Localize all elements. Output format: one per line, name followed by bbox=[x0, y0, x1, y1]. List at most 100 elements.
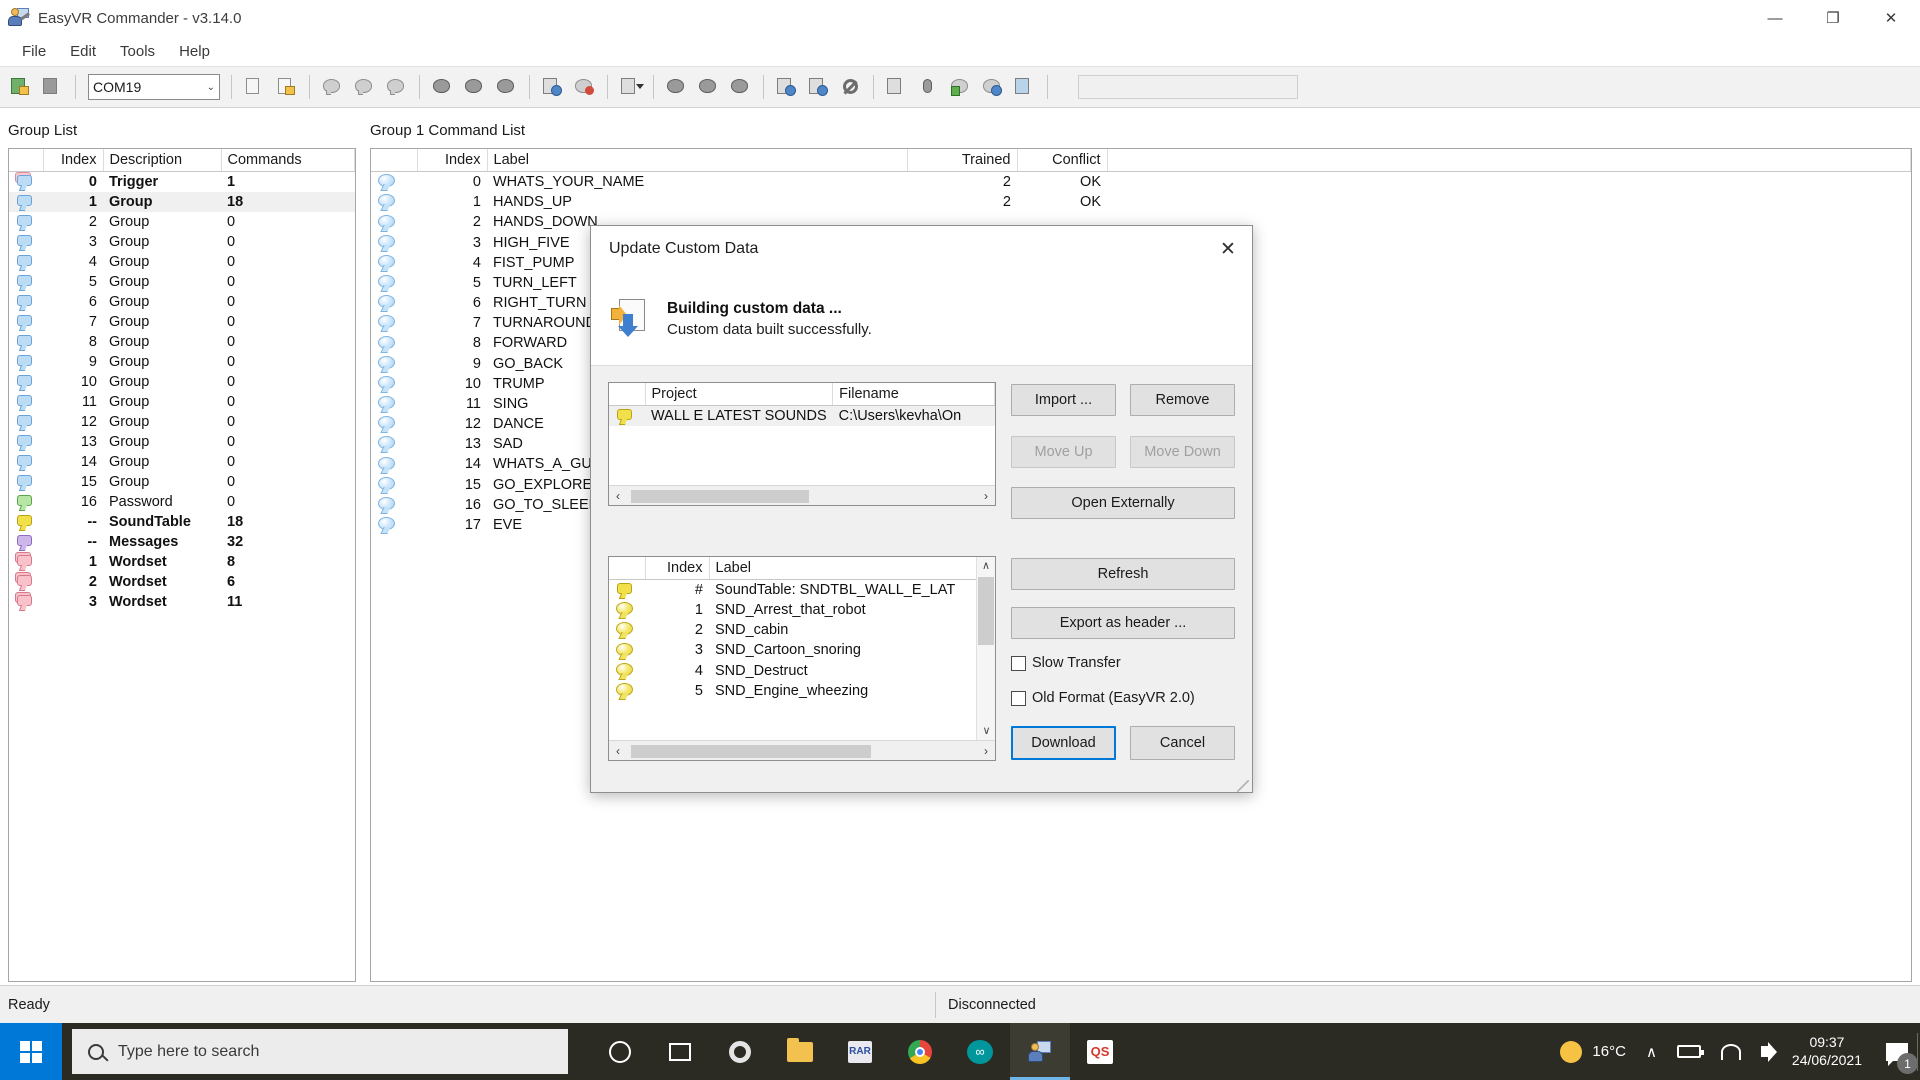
sound-vscroll-thumb[interactable] bbox=[978, 577, 994, 645]
sound-hscroll-thumb[interactable] bbox=[631, 744, 871, 758]
download-button[interactable]: Download bbox=[1011, 726, 1116, 760]
command-col-label[interactable]: Label bbox=[487, 149, 908, 172]
table-row[interactable]: 2 Wordset 6 bbox=[9, 571, 355, 592]
maximize-button[interactable]: ❐ bbox=[1804, 0, 1862, 36]
project-col-filename[interactable]: Filename bbox=[832, 383, 995, 406]
new-project-icon[interactable] bbox=[240, 72, 270, 102]
remove-command-icon[interactable] bbox=[460, 72, 490, 102]
old-format-checkbox[interactable]: Old Format (EasyVR 2.0) bbox=[1011, 690, 1195, 706]
notification-center-icon[interactable]: 1 bbox=[1874, 1023, 1920, 1080]
sound-col-index[interactable]: Index bbox=[645, 557, 710, 580]
winrar-icon[interactable]: RAR bbox=[830, 1023, 890, 1080]
settings-gear-icon[interactable] bbox=[710, 1023, 770, 1080]
test-recognition-icon[interactable] bbox=[570, 72, 600, 102]
move-down-button[interactable]: Move Down bbox=[1130, 436, 1235, 468]
wifi-icon[interactable] bbox=[1711, 1043, 1751, 1060]
project-hscroll-track[interactable] bbox=[627, 487, 977, 504]
group-list-pane[interactable]: Index Description Commands 0 Trigger 1 1 Gro… bbox=[8, 148, 356, 982]
menu-item-file[interactable]: File bbox=[10, 39, 58, 64]
group-col-description[interactable]: Description bbox=[103, 149, 222, 172]
erase-all-icon[interactable] bbox=[804, 72, 834, 102]
table-row[interactable]: 6 Group 0 bbox=[9, 292, 355, 312]
file-explorer-icon[interactable] bbox=[770, 1023, 830, 1080]
table-row[interactable]: 3 Group 0 bbox=[9, 232, 355, 252]
table-row[interactable]: 12 Group 0 bbox=[9, 412, 355, 432]
table-row[interactable]: 4 Group 0 bbox=[9, 252, 355, 272]
microphone-icon[interactable] bbox=[914, 72, 944, 102]
sound-stop-icon[interactable] bbox=[694, 72, 724, 102]
disconnect-icon[interactable] bbox=[38, 72, 68, 102]
resize-grip[interactable] bbox=[1237, 780, 1249, 792]
task-view-icon[interactable] bbox=[650, 1023, 710, 1080]
table-row[interactable]: 1 HANDS_UP 2 OK bbox=[371, 192, 1911, 212]
slow-transfer-checkbox[interactable]: Slow Transfer bbox=[1011, 655, 1121, 671]
search-input[interactable]: Type here to search bbox=[72, 1029, 568, 1074]
show-desktop-button[interactable] bbox=[1917, 1033, 1918, 1071]
group-col-index[interactable]: Index bbox=[43, 149, 104, 172]
remove-button[interactable]: Remove bbox=[1130, 384, 1235, 416]
arduino-icon[interactable]: ∞ bbox=[950, 1023, 1010, 1080]
table-row[interactable]: WALL E LATEST SOUNDS C:\Users\kevha\On bbox=[609, 405, 995, 426]
close-button[interactable]: ✕ bbox=[1862, 0, 1920, 36]
battery-icon[interactable] bbox=[1667, 1045, 1711, 1058]
remove-group-icon[interactable] bbox=[350, 72, 380, 102]
easyvr-commander-taskbar-icon[interactable] bbox=[1010, 1023, 1070, 1080]
menu-item-edit[interactable]: Edit bbox=[58, 39, 108, 64]
group-col-commands[interactable]: Commands bbox=[221, 149, 355, 172]
project-list[interactable]: Project Filename WALL E LATEST SOUNDS C:\… bbox=[608, 382, 996, 506]
table-row[interactable]: -- SoundTable 18 bbox=[9, 512, 355, 532]
table-row[interactable]: 3 SND_Cartoon_snoring bbox=[609, 640, 995, 660]
erase-token-icon[interactable] bbox=[772, 72, 802, 102]
sound-record-icon[interactable] bbox=[726, 72, 756, 102]
start-button[interactable] bbox=[0, 1023, 62, 1080]
volume-icon[interactable] bbox=[1751, 1042, 1780, 1062]
table-row[interactable]: 15 Group 0 bbox=[9, 472, 355, 492]
connect-icon[interactable] bbox=[6, 72, 36, 102]
sound-play-icon[interactable] bbox=[662, 72, 692, 102]
scroll-left-icon[interactable]: ‹ bbox=[609, 489, 627, 503]
table-row[interactable]: 2 SND_cabin bbox=[609, 620, 995, 640]
table-row[interactable]: # SoundTable: SNDTBL_WALL_E_LAT bbox=[609, 580, 995, 601]
table-row[interactable]: 8 Group 0 bbox=[9, 332, 355, 352]
table-row[interactable]: 1 Wordset 8 bbox=[9, 551, 355, 572]
menu-item-help[interactable]: Help bbox=[167, 39, 222, 64]
table-row[interactable]: 9 Group 0 bbox=[9, 352, 355, 372]
table-row[interactable]: 11 Group 0 bbox=[9, 392, 355, 412]
cancel-operation-icon[interactable] bbox=[836, 72, 866, 102]
train-command-icon[interactable] bbox=[538, 72, 568, 102]
sound-hscroll-track[interactable] bbox=[627, 742, 977, 759]
table-row[interactable]: 5 Group 0 bbox=[9, 272, 355, 292]
export-as-header-button[interactable]: Export as header ... bbox=[1011, 607, 1235, 639]
import-button[interactable]: Import ... bbox=[1011, 384, 1116, 416]
table-row[interactable]: 10 Group 0 bbox=[9, 372, 355, 392]
table-row[interactable]: 2 Group 0 bbox=[9, 212, 355, 232]
menu-item-tools[interactable]: Tools bbox=[108, 39, 167, 64]
old-format-checkbox-box[interactable] bbox=[1011, 690, 1026, 706]
dialog-close-icon[interactable]: ✕ bbox=[1204, 226, 1252, 272]
settings-tools-icon[interactable] bbox=[978, 72, 1008, 102]
sound-col-label[interactable]: Label bbox=[709, 557, 995, 580]
table-row[interactable]: 1 Group 18 bbox=[9, 192, 355, 212]
scroll-down-icon[interactable]: ∨ bbox=[977, 722, 996, 740]
command-col-trained[interactable]: Trained bbox=[907, 149, 1018, 172]
toolbar-text-field[interactable] bbox=[1078, 75, 1298, 99]
speaker-test-icon[interactable] bbox=[882, 72, 912, 102]
edit-group-icon[interactable] bbox=[382, 72, 412, 102]
project-col-project[interactable]: Project bbox=[645, 383, 834, 406]
table-row[interactable]: 4 SND_Destruct bbox=[609, 661, 995, 681]
qs5-icon[interactable]: QS bbox=[1070, 1023, 1130, 1080]
open-externally-button[interactable]: Open Externally bbox=[1011, 487, 1235, 519]
sound-list-hscrollbar[interactable]: ‹ › bbox=[609, 740, 995, 760]
add-group-icon[interactable] bbox=[318, 72, 348, 102]
table-row[interactable]: 3 Wordset 11 bbox=[9, 591, 355, 612]
weather-widget[interactable]: 16°C bbox=[1550, 1040, 1636, 1063]
sound-table-list[interactable]: Index Label # SoundTable: SNDTBL_WALL_E_L… bbox=[608, 556, 996, 761]
cortana-icon[interactable] bbox=[590, 1023, 650, 1080]
scroll-right-icon[interactable]: › bbox=[977, 744, 995, 758]
table-row[interactable]: 0 WHATS_YOUR_NAME 2 OK bbox=[371, 172, 1911, 193]
table-row[interactable]: -- Messages 32 bbox=[9, 532, 355, 552]
add-command-icon[interactable] bbox=[428, 72, 458, 102]
move-up-button[interactable]: Move Up bbox=[1011, 436, 1116, 468]
scroll-up-icon[interactable]: ∧ bbox=[977, 557, 995, 575]
table-row[interactable]: 14 Group 0 bbox=[9, 452, 355, 472]
